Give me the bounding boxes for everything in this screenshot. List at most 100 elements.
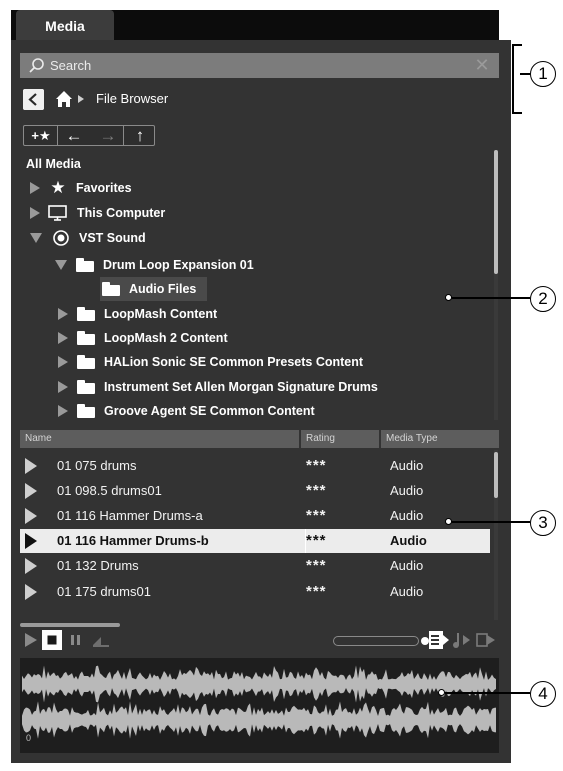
stop-icon[interactable] (42, 630, 62, 650)
home-icon[interactable] (55, 90, 73, 108)
file-name: 01 075 drums (57, 458, 137, 473)
search-bar: ✕ (20, 53, 499, 78)
media-type: Audio (390, 533, 427, 548)
table-row-selected[interactable]: 01 116 Hammer Drums-b *** Audio (20, 529, 490, 553)
table-row[interactable]: 01 175 drums01 *** Audio (20, 580, 490, 604)
results-horizontal-scroll-thumb[interactable] (20, 623, 120, 627)
vst-sound-icon (53, 230, 69, 246)
callout-dot (445, 294, 452, 301)
forward-arrow-icon[interactable]: → (94, 126, 122, 145)
file-name: 01 116 Hammer Drums-b (57, 533, 209, 548)
tree-item-favorites[interactable]: ★ Favorites (30, 176, 132, 200)
tree-item-audio-files[interactable]: Audio Files (100, 277, 207, 301)
tree-item-label: LoopMash Content (104, 307, 218, 321)
folder-icon (77, 380, 95, 394)
tree-item-label: Groove Agent SE Common Content (104, 404, 315, 418)
folder-icon (76, 258, 94, 272)
media-type: Audio (390, 483, 424, 498)
table-row[interactable]: 01 132 Drums *** Audio (20, 554, 490, 578)
play-icon[interactable] (25, 558, 37, 574)
expand-arrow-icon[interactable] (58, 332, 68, 344)
collapse-arrow-icon[interactable] (30, 233, 42, 243)
folder-icon (102, 282, 120, 296)
chevron-left-icon[interactable] (23, 89, 44, 110)
callout-line (452, 521, 530, 523)
star-icon: ★ (50, 178, 66, 197)
expand-arrow-icon[interactable] (58, 356, 68, 368)
results-header: Name Rating Media Type (20, 430, 499, 448)
tab-media[interactable]: Media (16, 10, 114, 42)
volume-slider[interactable] (333, 636, 419, 646)
rating[interactable]: *** (306, 532, 327, 549)
table-row[interactable]: 01 075 drums *** Audio (20, 454, 490, 478)
tree-item-label: Favorites (76, 181, 132, 195)
tree-item-label: Drum Loop Expansion 01 (103, 258, 254, 272)
add-favorite-button[interactable]: +★ (26, 126, 56, 145)
close-icon[interactable]: ✕ (473, 56, 491, 74)
play-icon[interactable] (25, 584, 37, 600)
play-icon[interactable] (25, 508, 37, 524)
insert-icon[interactable] (476, 632, 496, 648)
tree-item-instrument-set[interactable]: Instrument Set Allen Morgan Signature Dr… (58, 375, 378, 399)
results-scroll-thumb[interactable] (494, 452, 498, 498)
play-icon[interactable] (24, 632, 38, 648)
callout-bracket (512, 112, 522, 114)
tree-item-label: This Computer (77, 206, 166, 220)
media-rack-figure: Media ✕ File Browser +★ ← → ↑ All Media (0, 0, 563, 771)
back-arrow-icon[interactable]: ← (60, 126, 88, 145)
file-name: 01 098.5 drums01 (57, 483, 162, 498)
folder-icon (77, 404, 95, 418)
tree-item-this-computer[interactable]: This Computer (30, 201, 165, 225)
music-note-icon[interactable] (453, 632, 471, 648)
tree-scroll-thumb[interactable] (494, 150, 498, 274)
file-name: 01 175 drums01 (57, 584, 151, 599)
expand-arrow-icon[interactable] (30, 182, 40, 194)
rating[interactable]: *** (306, 457, 327, 474)
tree-item-vst-sound[interactable]: VST Sound (30, 226, 146, 250)
play-icon[interactable] (25, 458, 37, 474)
tree-root[interactable]: All Media (26, 152, 81, 176)
media-type: Audio (390, 508, 424, 523)
tree-item-halion-sonic-se[interactable]: HALion Sonic SE Common Presets Content (58, 350, 363, 374)
table-row[interactable]: 01 098.5 drums01 *** Audio (20, 479, 490, 503)
rating[interactable]: *** (306, 507, 327, 524)
callout-dot (445, 518, 452, 525)
tree-item-groove-agent-se[interactable]: Groove Agent SE Common Content (58, 399, 315, 423)
rating[interactable]: *** (306, 583, 327, 600)
tree-item-label: HALion Sonic SE Common Presets Content (104, 355, 364, 369)
column-header-name[interactable]: Name (20, 430, 299, 448)
callout-3: 3 (530, 510, 556, 536)
rating[interactable]: *** (306, 557, 327, 574)
column-header-media-type[interactable]: Media Type (381, 430, 499, 448)
tree-item-loopmash-content[interactable]: LoopMash Content (58, 302, 217, 326)
expand-arrow-icon[interactable] (58, 308, 68, 320)
search-input[interactable] (50, 56, 470, 75)
callout-4: 4 (530, 681, 556, 707)
rating[interactable]: *** (306, 482, 327, 499)
tree-item-drum-loop-expansion[interactable]: Drum Loop Expansion 01 (55, 253, 254, 277)
play-icon[interactable] (25, 533, 37, 549)
folder-icon (77, 355, 95, 369)
play-icon[interactable] (25, 483, 37, 499)
autoplay-icon[interactable] (429, 631, 449, 649)
breadcrumb[interactable]: File Browser (96, 91, 168, 106)
column-header-rating[interactable]: Rating (301, 430, 379, 448)
up-arrow-icon[interactable]: ↑ (126, 126, 154, 145)
loop-icon[interactable] (92, 632, 110, 648)
location-tree: All Media ★ Favorites This Computer VST … (18, 150, 500, 424)
callout-2: 2 (530, 286, 556, 312)
tree-item-label: LoopMash 2 Content (104, 331, 228, 345)
expand-arrow-icon[interactable] (58, 381, 68, 393)
collapse-arrow-icon[interactable] (55, 260, 67, 270)
callout-line (452, 297, 530, 299)
waveform-display[interactable]: 0 (20, 658, 499, 753)
table-row[interactable]: 01 116 Hammer Drums-a *** Audio (20, 504, 490, 528)
file-name: 01 116 Hammer Drums-a (57, 508, 203, 523)
tree-item-loopmash-2-content[interactable]: LoopMash 2 Content (58, 326, 228, 350)
expand-arrow-icon[interactable] (58, 405, 68, 417)
expand-arrow-icon[interactable] (30, 207, 40, 219)
previewer-transport (20, 628, 499, 652)
pause-icon[interactable] (70, 632, 82, 648)
waveform (22, 665, 496, 739)
callout-bracket (512, 44, 514, 114)
